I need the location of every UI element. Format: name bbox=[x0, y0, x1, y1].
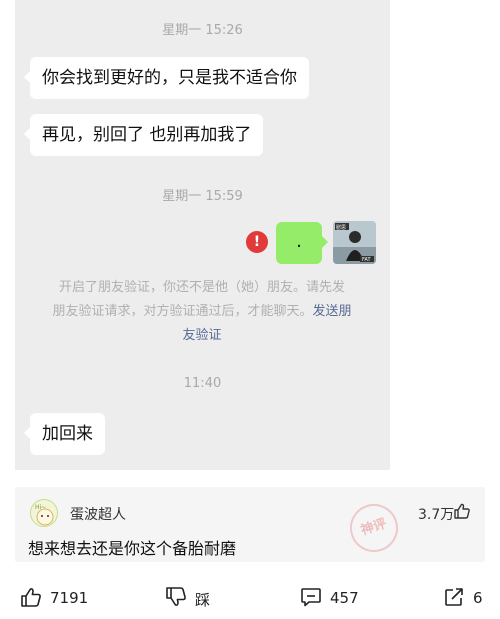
top-comment[interactable]: Hi~ 蛋波超人 神评 3.7万 想来想去还是你这个备胎耐磨 bbox=[15, 487, 485, 562]
avatar-badge-top: 慰思 bbox=[336, 224, 346, 231]
received-message: 你会找到更好的，只是我不适合你 bbox=[24, 57, 309, 99]
comment-icon bbox=[301, 588, 321, 607]
sent-message: . bbox=[276, 222, 328, 264]
like-count: 7191 bbox=[50, 589, 89, 607]
notice-text: 朋友验证请求，对方验证通过后，才能聊天。 bbox=[52, 304, 313, 319]
avatar-text: Hi~ bbox=[35, 504, 46, 511]
commenter-avatar[interactable]: Hi~ bbox=[30, 499, 58, 527]
notice-line: 友验证 bbox=[25, 324, 379, 348]
hot-comment-stamp: 神评 bbox=[343, 497, 405, 559]
avatar-face-icon: Hi~ bbox=[35, 504, 54, 526]
comment-text: 想来想去还是你这个备胎耐磨 bbox=[28, 539, 237, 558]
notice-line: 朋友验证请求，对方验证通过后，才能聊天。发送朋 bbox=[25, 300, 379, 324]
comment-like-count: 3.7万 bbox=[418, 507, 455, 523]
friend-verification-notice: 开启了朋友验证，你还不是他（她）朋友。请先发 朋友验证请求，对方验证通过后，才能… bbox=[25, 276, 379, 348]
comment-button[interactable]: 457 bbox=[300, 586, 370, 610]
post-screen: 星期一 15:26 你会找到更好的，只是我不适合你 再见，别回了 也别再加我了 … bbox=[0, 0, 500, 619]
timestamp: 11:40 bbox=[183, 376, 222, 391]
share-count: 6 bbox=[473, 589, 483, 607]
commenter-name[interactable]: 蛋波超人 bbox=[70, 504, 126, 524]
received-message: 再见，别回了 也别再加我了 bbox=[23, 114, 264, 156]
like-button[interactable]: 7191 bbox=[20, 586, 90, 610]
share-button[interactable]: 6 bbox=[443, 586, 488, 610]
dislike-button[interactable]: 踩 bbox=[165, 586, 225, 610]
sender-avatar[interactable]: 慰思 FAT bbox=[333, 221, 376, 264]
timestamp: 星期一 15:59 bbox=[162, 189, 243, 204]
send-failed-icon[interactable]: ! bbox=[246, 231, 268, 253]
thumbs-down-icon bbox=[166, 587, 186, 606]
avatar-badge-bottom: FAT bbox=[362, 257, 371, 263]
thumbs-up-icon bbox=[21, 588, 41, 607]
timestamp: 星期一 15:26 bbox=[162, 23, 243, 38]
share-icon bbox=[445, 588, 463, 606]
chat-screenshot: 星期一 15:26 你会找到更好的，只是我不适合你 再见，别回了 也别再加我了 … bbox=[15, 0, 390, 470]
send-verification-link[interactable]: 友验证 bbox=[182, 328, 221, 343]
dislike-label: 踩 bbox=[195, 591, 211, 609]
thumbs-up-icon[interactable] bbox=[453, 502, 471, 520]
avatar-image-icon: 慰思 FAT bbox=[333, 221, 376, 264]
comment-count: 457 bbox=[330, 589, 359, 607]
received-message: 加回来 bbox=[24, 413, 105, 455]
notice-line: 开启了朋友验证，你还不是他（她）朋友。请先发 bbox=[58, 280, 345, 295]
send-verification-link[interactable]: 发送朋 bbox=[313, 304, 352, 319]
